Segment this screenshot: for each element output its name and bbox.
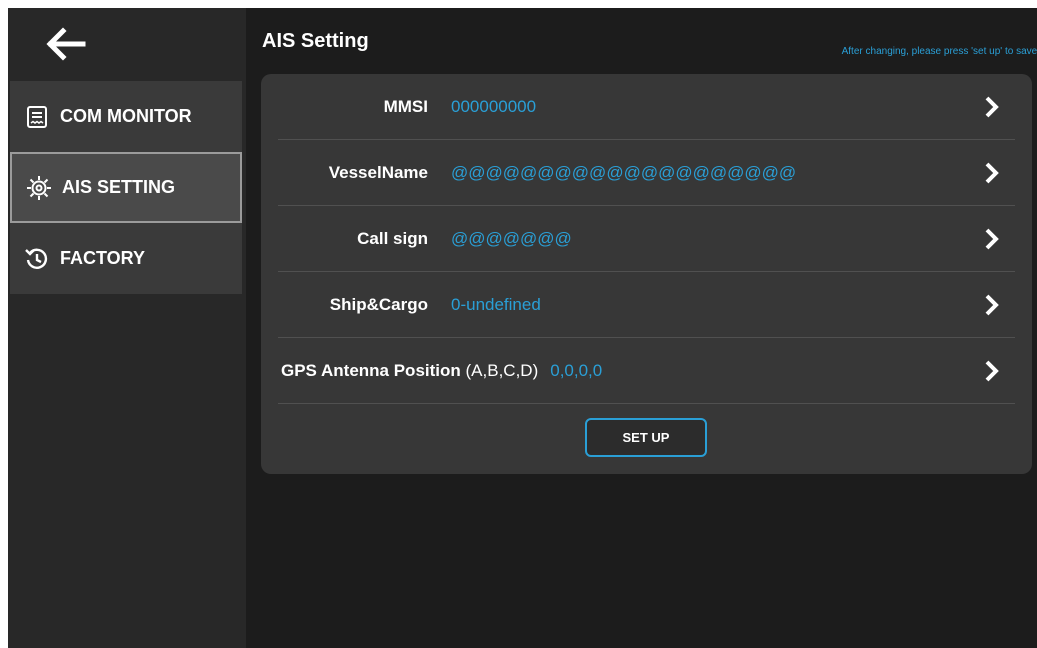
sidebar-menu: COM MONITOR AIS SETTING FACTORY	[10, 81, 242, 294]
field-value: 0,0,0,0	[550, 360, 603, 380]
sidebar-item-factory[interactable]: FACTORY	[10, 223, 242, 294]
sidebar-item-ais-setting[interactable]: AIS SETTING	[10, 152, 242, 223]
setting-row-vessel-name[interactable]: VesselName @@@@@@@@@@@@@@@@@@@@	[278, 140, 1015, 206]
page-title: AIS Setting	[262, 30, 369, 52]
save-hint: After changing, please press 'set up' to…	[841, 46, 1037, 57]
receipt-icon	[24, 104, 50, 130]
chevron-right-icon	[985, 228, 999, 250]
field-label: MMSI	[383, 96, 428, 116]
back-button[interactable]	[40, 22, 90, 66]
gear-icon	[26, 175, 52, 201]
field-value: 0-undefined	[451, 294, 541, 314]
chevron-right-icon	[985, 294, 999, 316]
app-screen: COM MONITOR AIS SETTING FACTORY AIS Sett…	[8, 8, 1037, 648]
settings-panel: MMSI 000000000 VesselName @@@@@@@@@@@@@@…	[261, 74, 1032, 474]
chevron-right-icon	[985, 162, 999, 184]
arrow-left-icon	[46, 27, 86, 61]
field-label: GPS Antenna Position (A,B,C,D)	[281, 361, 538, 381]
setup-button[interactable]: SET UP	[585, 418, 707, 457]
sidebar-item-label: FACTORY	[60, 248, 146, 268]
setting-row-call-sign[interactable]: Call sign @@@@@@@	[278, 206, 1015, 272]
field-value: @@@@@@@@@@@@@@@@@@@@	[451, 162, 797, 182]
setting-row-mmsi[interactable]: MMSI 000000000	[278, 74, 1015, 140]
setting-row-ship-cargo[interactable]: Ship&Cargo 0-undefined	[278, 272, 1015, 338]
sidebar-item-com-monitor[interactable]: COM MONITOR	[10, 81, 242, 152]
sidebar-item-label: AIS SETTING	[62, 177, 176, 197]
field-label-main: GPS Antenna Position	[281, 360, 461, 380]
field-label: Ship&Cargo	[329, 294, 428, 314]
chevron-right-icon	[985, 360, 999, 382]
sidebar-item-label: COM MONITOR	[60, 106, 192, 126]
sidebar: COM MONITOR AIS SETTING FACTORY	[8, 8, 246, 648]
field-value: 000000000	[451, 96, 537, 116]
field-label-suffix: (A,B,C,D)	[465, 360, 539, 380]
chevron-right-icon	[985, 96, 999, 118]
field-label: VesselName	[328, 162, 428, 182]
setting-row-gps-antenna[interactable]: GPS Antenna Position (A,B,C,D) 0,0,0,0	[278, 338, 1015, 404]
history-icon	[24, 246, 50, 272]
field-value: @@@@@@@	[451, 228, 572, 248]
field-label: Call sign	[357, 228, 428, 248]
